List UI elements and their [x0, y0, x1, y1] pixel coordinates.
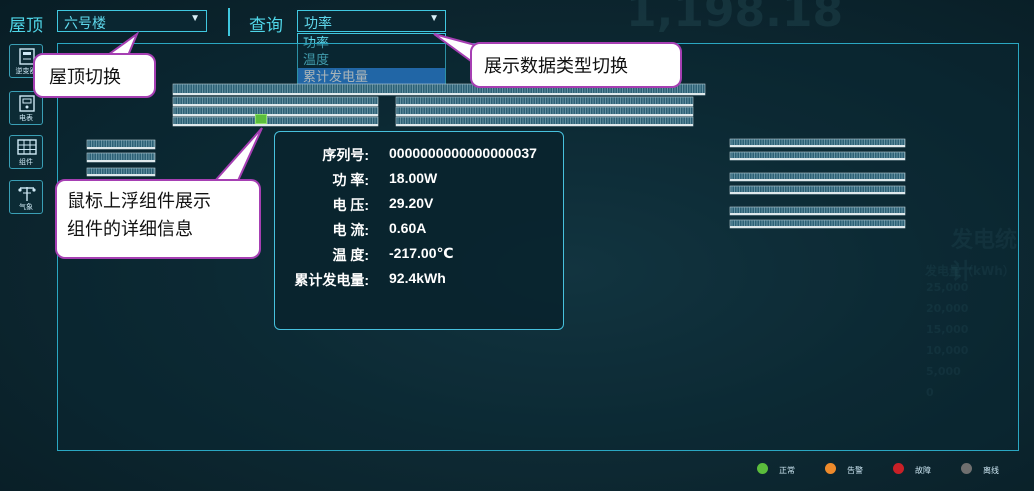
tooltip-key: 电 流: — [332, 222, 369, 238]
tooltip-key: 序列号: — [322, 147, 369, 163]
tooltip-value: 18.00W — [389, 170, 438, 186]
tooltip-key: 温 度: — [332, 247, 369, 263]
legend-dot — [893, 463, 904, 474]
callout-hover-info: 鼠标上浮组件展示 组件的详细信息 — [55, 179, 261, 259]
tooltip-row: 功 率: 18.00W — [275, 170, 563, 190]
tooltip-key: 累计发电量: — [294, 272, 369, 288]
panel-detail-tooltip: 序列号: 0000000000000000037 功 率: 18.00W 电 压: 29.… — [274, 131, 564, 330]
tooltip-value: 0.60A — [389, 220, 427, 236]
query-select[interactable]: 功率 ▼ — [297, 10, 446, 32]
roof-select[interactable]: 六号楼 ▼ — [57, 10, 207, 32]
tooltip-row: 序列号: 0000000000000000037 — [275, 145, 563, 165]
query-label: 查询 — [249, 16, 283, 35]
legend-label: 离线 — [983, 466, 999, 475]
header-divider — [228, 8, 230, 36]
tooltip-value: -217.00℃ — [389, 245, 454, 261]
roof-select-value: 六号楼 — [64, 15, 106, 31]
tooltip-row: 温 度: -217.00℃ — [275, 245, 563, 265]
chevron-down-icon: ▼ — [429, 13, 439, 24]
meter-icon — [19, 95, 35, 112]
panel-grid-icon — [17, 139, 37, 155]
sidebar-item-label: 气象 — [19, 204, 33, 211]
tooltip-row: 累计发电量: 92.4kWh — [275, 270, 563, 290]
sidebar-item-weather[interactable]: 气象 — [9, 180, 43, 214]
tooltip-row: 电 压: 29.20V — [275, 195, 563, 215]
tooltip-value: 29.20V — [389, 195, 434, 211]
roof-label: 屋顶 — [9, 16, 43, 35]
callout-roof-switch: 屋顶切换 — [33, 53, 156, 98]
tooltip-key: 功 率: — [332, 172, 369, 188]
query-select-value: 功率 — [304, 15, 332, 31]
background-big-number: 1,198.18 — [626, 0, 844, 37]
tooltip-key: 电 压: — [332, 197, 369, 213]
tooltip-value: 0000000000000000037 — [389, 145, 537, 161]
tooltip-value: 92.4kWh — [389, 270, 446, 286]
callout-data-type-switch: 展示数据类型切换 — [470, 42, 682, 88]
sidebar-item-label: 电表 — [19, 115, 33, 122]
legend-dot — [825, 463, 836, 474]
sidebar-item-panels[interactable]: 组件 — [9, 135, 43, 169]
legend-label: 正常 — [779, 466, 795, 475]
tooltip-row: 电 流: 0.60A — [275, 220, 563, 240]
weather-station-icon — [18, 187, 36, 201]
legend-dot — [757, 463, 768, 474]
legend-dot — [961, 463, 972, 474]
sidebar-item-label: 组件 — [19, 159, 33, 166]
legend-label: 告警 — [847, 466, 863, 475]
legend-label: 故障 — [915, 466, 931, 475]
chevron-down-icon: ▼ — [190, 13, 200, 24]
hovered-solar-panel[interactable] — [255, 114, 267, 124]
